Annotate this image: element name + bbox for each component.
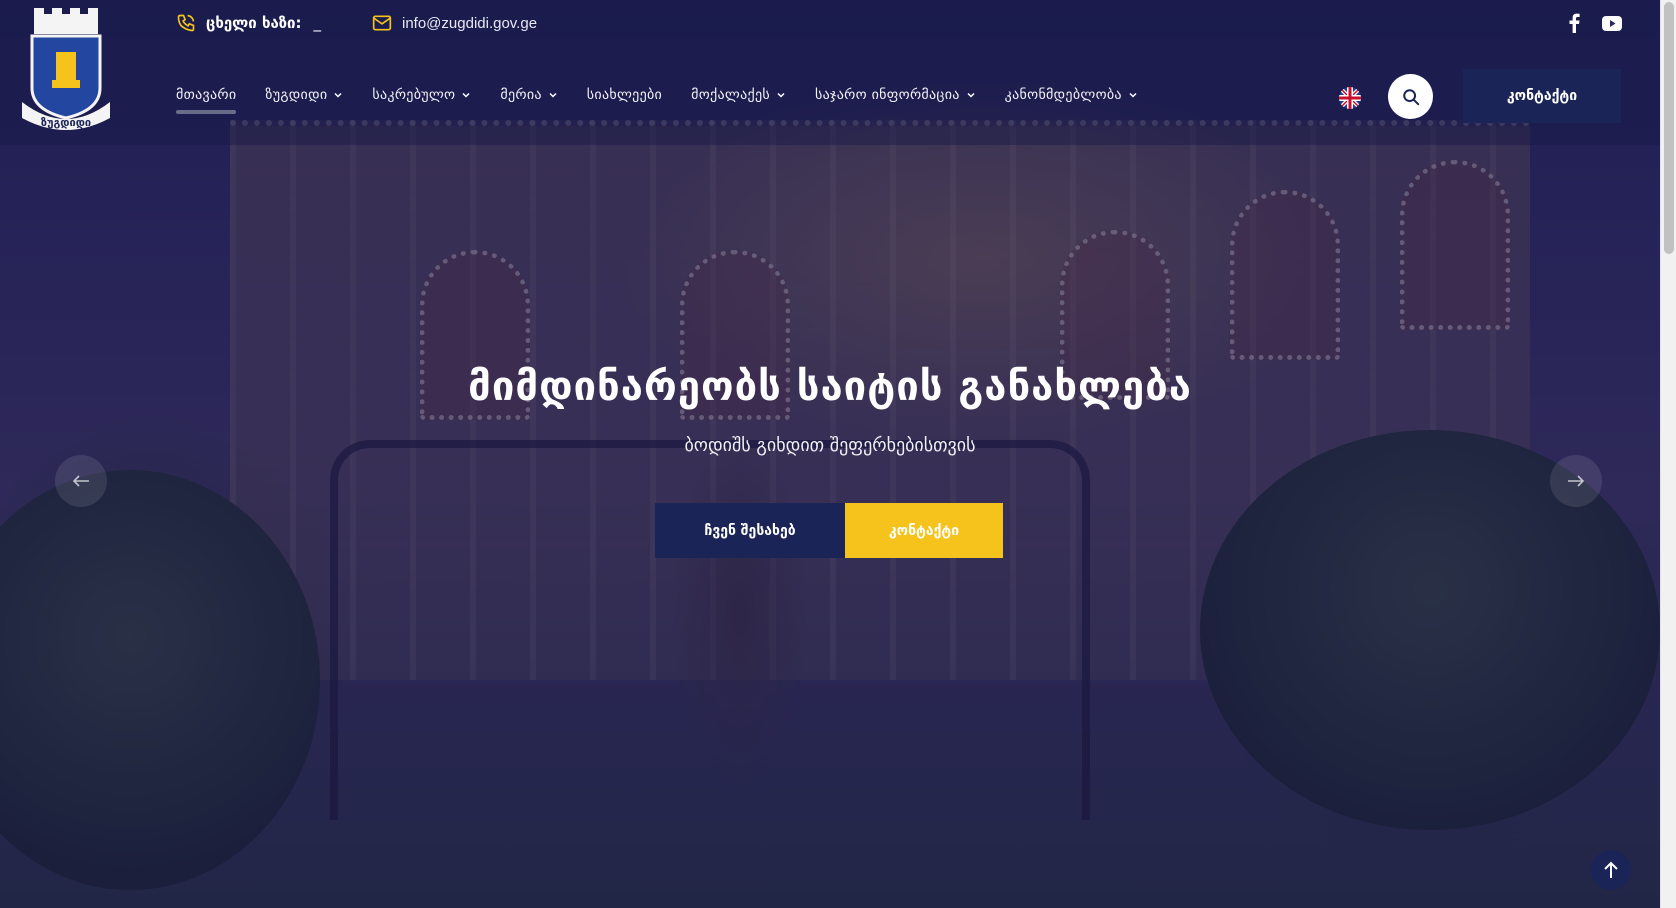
youtube-link[interactable] xyxy=(1600,12,1624,34)
nav-item-label: სიახლეები xyxy=(586,87,663,103)
chevron-down-icon xyxy=(1129,92,1137,98)
nav-item-legislation[interactable]: კანონმდებლობა xyxy=(1005,82,1138,108)
contact-button-hero[interactable]: კონტაქტი xyxy=(845,503,1003,558)
nav-item-label: მთავარი xyxy=(176,87,237,103)
hero-subtitle: ბოდიშს გიხდით შეფერხებისთვის xyxy=(684,435,976,456)
hotline-label: ცხელი ხაზი: xyxy=(206,14,302,32)
chevron-down-icon xyxy=(967,92,975,98)
arrow-up-icon xyxy=(1604,861,1618,878)
nav-item-zugdidi[interactable]: ზუგდიდი xyxy=(265,82,343,108)
nav-item-citizens[interactable]: მოქალაქეს xyxy=(691,82,786,108)
hotline-value: _ xyxy=(313,14,322,32)
nav-item-council[interactable]: საკრებულო xyxy=(372,82,471,108)
mail-icon xyxy=(372,15,392,31)
chevron-down-icon xyxy=(549,92,557,98)
chevron-down-icon xyxy=(777,92,785,98)
nav-item-label: საჯარო ინფორმაცია xyxy=(815,87,960,103)
nav-item-label: მერია xyxy=(500,87,542,103)
slider-prev-button[interactable] xyxy=(55,455,107,507)
scrollbar-thumb[interactable] xyxy=(1664,2,1674,254)
site-logo[interactable]: ზუგდიდი xyxy=(16,6,116,136)
email-text: info@zugdidi.gov.ge xyxy=(402,14,538,32)
nav-item-label: ზუგდიდი xyxy=(265,87,328,103)
hero-title: მიმდინარეობს საიტის განახლება xyxy=(468,364,1192,410)
chevron-down-icon xyxy=(334,92,342,98)
nav-item-label: მოქალაქეს xyxy=(691,87,771,103)
youtube-icon xyxy=(1602,15,1622,31)
nav-item-city-hall[interactable]: მერია xyxy=(500,82,557,108)
nav-item-label: საკრებულო xyxy=(372,87,456,103)
nav-item-label: კანონმდებლობა xyxy=(1004,87,1122,103)
search-button[interactable] xyxy=(1388,74,1433,119)
main-nav: მთავარი ზუგდიდი საკრებულო მერია სიახლეებ… xyxy=(176,82,1167,114)
arrow-right-icon xyxy=(1568,475,1585,487)
slider-next-button[interactable] xyxy=(1550,455,1602,507)
page-scrollbar[interactable] xyxy=(1660,0,1676,908)
facebook-icon xyxy=(1569,13,1580,33)
logo-text: ზუგდიდი xyxy=(41,116,91,129)
search-icon xyxy=(1402,88,1419,105)
uk-flag-icon xyxy=(1339,87,1361,109)
nav-item-news[interactable]: სიახლეები xyxy=(587,82,662,108)
nav-item-home[interactable]: მთავარი xyxy=(176,82,237,114)
contact-button-header[interactable]: კონტაქტი xyxy=(1463,69,1621,123)
arrow-left-icon xyxy=(72,475,89,487)
about-us-button[interactable]: ჩვენ შესახებ xyxy=(655,503,845,558)
language-switcher[interactable] xyxy=(1339,87,1361,109)
email-link[interactable]: info@zugdidi.gov.ge xyxy=(372,10,537,36)
scroll-to-top-button[interactable] xyxy=(1591,850,1631,890)
coat-of-arms-icon: ზუგდიდი xyxy=(22,8,110,130)
hotline[interactable]: ცხელი ხაზი: _ xyxy=(176,10,321,36)
nav-item-public-info[interactable]: საჯარო ინფორმაცია xyxy=(815,82,976,108)
phone-icon xyxy=(177,14,195,32)
facebook-link[interactable] xyxy=(1562,12,1586,34)
chevron-down-icon xyxy=(462,92,470,98)
